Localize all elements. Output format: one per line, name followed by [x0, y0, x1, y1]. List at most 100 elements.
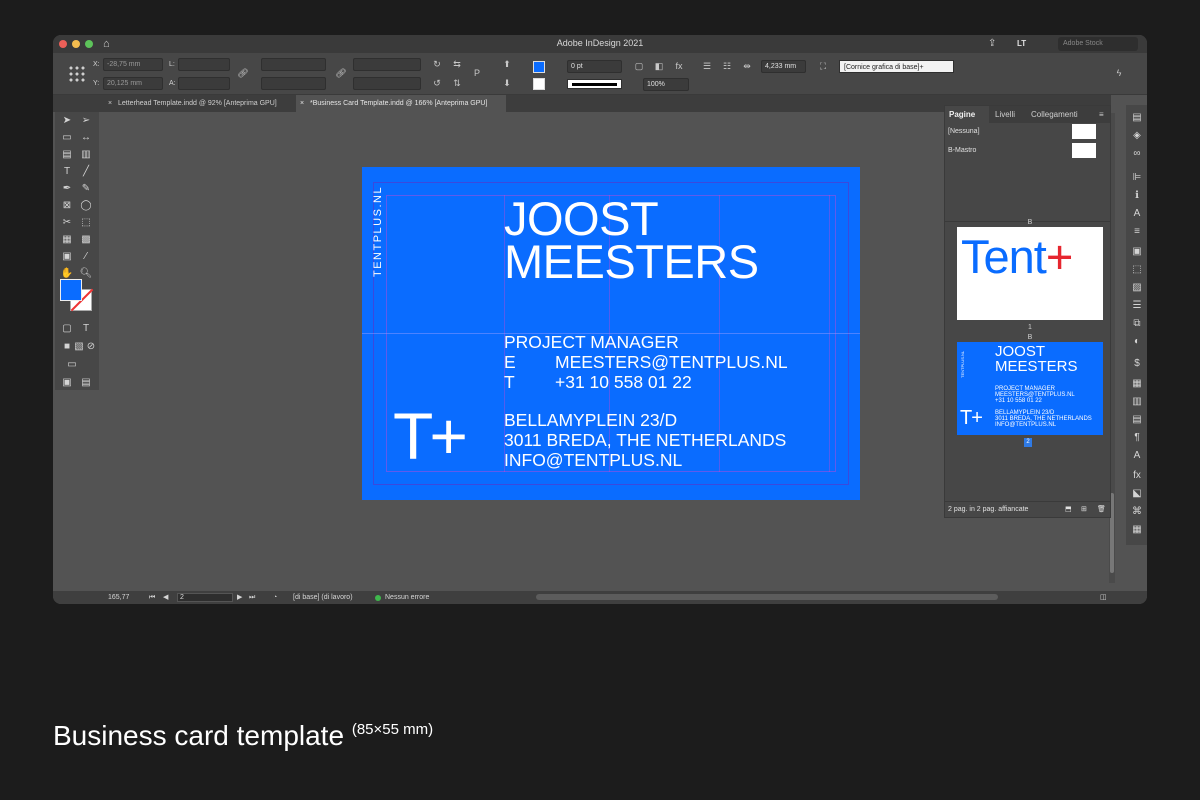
- direct-selection-tool-icon[interactable]: ➢: [79, 114, 93, 128]
- reference-point-icon[interactable]: [68, 65, 86, 83]
- tab-letterhead[interactable]: × Letterhead Template.indd @ 92% [Antepr…: [104, 95, 294, 112]
- drop-shadow-icon[interactable]: ◧: [653, 60, 665, 72]
- scale-y-field[interactable]: [261, 77, 326, 90]
- prev-page-icon[interactable]: ◀: [163, 591, 168, 604]
- page-1-thumbnail[interactable]: Tent+: [957, 227, 1103, 320]
- effects-panel-icon[interactable]: ◐: [1130, 335, 1144, 349]
- document-canvas[interactable]: TENTPLUS.NL JOOST MEESTERS PROJECT MANAG…: [101, 112, 941, 592]
- constrain-scale-icon[interactable]: 🔗︎: [335, 67, 347, 79]
- free-transform-tool-icon[interactable]: ⬚: [79, 216, 93, 230]
- tab-layers[interactable]: Livelli: [991, 106, 1019, 123]
- fill-swatch[interactable]: [533, 61, 545, 73]
- edit-page-size-icon[interactable]: ⬒: [1065, 502, 1072, 518]
- line-tool-icon[interactable]: ╱: [79, 165, 93, 179]
- object-styles-icon[interactable]: ⬕: [1130, 487, 1144, 501]
- object-style-dropdown[interactable]: [Cornice grafica di base]+: [839, 60, 954, 73]
- eyedropper-tool-icon[interactable]: ⁄: [79, 250, 93, 264]
- x-position-field[interactable]: -28,75 mm: [103, 58, 163, 71]
- pathfinder-icon[interactable]: ⧉: [1130, 317, 1144, 331]
- adobe-stock-search[interactable]: Adobe Stock: [1058, 37, 1138, 51]
- page-tool-icon[interactable]: ▭: [60, 131, 74, 145]
- character-styles-icon[interactable]: A: [1130, 449, 1144, 463]
- effects-icon[interactable]: fx: [673, 60, 685, 72]
- preview-mode-icon[interactable]: ▤: [79, 376, 93, 390]
- gradient-swatch-tool-icon[interactable]: ▦: [60, 233, 74, 247]
- stroke-type-dropdown[interactable]: [567, 79, 622, 89]
- note-tool-icon[interactable]: ▣: [60, 250, 74, 264]
- content-collector-icon[interactable]: ▤: [60, 148, 74, 162]
- delete-page-icon[interactable]: 🗑︎: [1097, 502, 1106, 518]
- width-field[interactable]: [178, 58, 230, 71]
- stroke-weight-field[interactable]: 0 pt: [567, 60, 622, 73]
- normal-mode-icon[interactable]: ▣: [60, 376, 74, 390]
- ellipse-tool-icon[interactable]: ◯: [79, 199, 93, 213]
- new-page-icon[interactable]: ⊞: [1081, 502, 1087, 518]
- tab-pages[interactable]: Pagine: [945, 106, 989, 123]
- info-icon[interactable]: ℹ: [1130, 189, 1144, 203]
- open-page-icon[interactable]: ◔: [273, 591, 277, 604]
- transform-icon[interactable]: ⬚: [1130, 263, 1144, 277]
- gradient-feather-tool-icon[interactable]: ▩: [79, 233, 93, 247]
- fill-color-box[interactable]: [60, 279, 82, 301]
- constrain-proportions-icon[interactable]: 🔗︎: [237, 67, 249, 79]
- pen-tool-icon[interactable]: ✒: [60, 182, 74, 196]
- select-container-icon[interactable]: ⬆: [501, 58, 513, 70]
- business-card-spread[interactable]: TENTPLUS.NL JOOST MEESTERS PROJECT MANAG…: [362, 167, 860, 500]
- panel-menu-icon[interactable]: ≡: [1095, 106, 1108, 123]
- scale-x-field[interactable]: [261, 58, 326, 71]
- y-position-field[interactable]: 20,125 mm: [103, 77, 163, 90]
- page-2-thumbnail[interactable]: TENTPLUS.NL JOOST MEESTERS PROJECT MANAGE…: [957, 342, 1103, 435]
- tab-links[interactable]: Collegamenti: [1027, 106, 1082, 123]
- close-tab-icon[interactable]: ×: [300, 95, 304, 112]
- next-page-icon[interactable]: ▶: [237, 591, 242, 604]
- color-icon[interactable]: $: [1130, 357, 1144, 371]
- stroke-swatch[interactable]: [533, 78, 545, 90]
- card-email-row[interactable]: E MEESTERS@TENTPLUS.NL: [504, 352, 788, 372]
- object-style-icon[interactable]: ⛶: [817, 60, 829, 72]
- flip-vertical-icon[interactable]: ⇅: [451, 77, 463, 89]
- height-field[interactable]: [178, 77, 230, 90]
- close-tab-icon[interactable]: ×: [108, 95, 112, 112]
- rectangle-frame-tool-icon[interactable]: ⊠: [60, 199, 74, 213]
- paragraph-styles-icon[interactable]: ¶: [1130, 431, 1144, 445]
- zoom-level[interactable]: 165,77: [108, 591, 129, 604]
- card-name[interactable]: JOOST MEESTERS: [504, 195, 759, 285]
- horizontal-scrollbar[interactable]: [536, 594, 998, 600]
- pencil-tool-icon[interactable]: ✎: [79, 182, 93, 196]
- rotate-cw-icon[interactable]: ↻: [431, 58, 443, 70]
- spacing-field[interactable]: 4,233 mm: [761, 60, 806, 73]
- gap-tool-icon[interactable]: ↔: [79, 131, 93, 145]
- share-icon[interactable]: ⇪: [988, 38, 996, 49]
- quick-apply-icon[interactable]: ϟ: [1113, 67, 1125, 79]
- master-b-row[interactable]: B-Mastro: [945, 141, 1110, 161]
- last-page-icon[interactable]: ⏭: [249, 591, 255, 604]
- card-vertical-url[interactable]: TENTPLUS.NL: [372, 186, 384, 277]
- direct-select-toggle-icon[interactable]: P: [471, 67, 483, 79]
- rotation-field[interactable]: [353, 58, 421, 71]
- flip-horizontal-icon[interactable]: ⇆: [451, 58, 463, 70]
- workspace-switcher[interactable]: LT: [1017, 39, 1026, 48]
- character-icon[interactable]: A: [1130, 207, 1144, 221]
- rotate-ccw-icon[interactable]: ↺: [431, 77, 443, 89]
- select-content-icon[interactable]: ⬇: [501, 77, 513, 89]
- distribute-icon[interactable]: ⇹: [741, 60, 753, 72]
- card-address[interactable]: BELLAMYPLEIN 23/D 3011 BREDA, THE NETHER…: [504, 410, 786, 470]
- properties-icon[interactable]: ☰: [1130, 299, 1144, 313]
- screen-mode-icon[interactable]: ▭: [65, 358, 79, 372]
- links-icon[interactable]: ∞: [1130, 147, 1144, 161]
- gradient-icon[interactable]: ▥: [1130, 395, 1144, 409]
- text-wrap-panel-icon[interactable]: ▣: [1130, 245, 1144, 259]
- type-tool-icon[interactable]: T: [60, 165, 74, 179]
- page-number-field[interactable]: 2: [177, 593, 233, 602]
- table-icon[interactable]: ▦: [1130, 523, 1144, 537]
- selection-tool-icon[interactable]: ➤: [60, 114, 74, 128]
- effects-fx-icon[interactable]: fx: [1130, 469, 1144, 483]
- first-page-icon[interactable]: ⏮: [149, 591, 155, 604]
- cc-libraries-icon[interactable]: ⌘: [1130, 505, 1144, 519]
- formatting-text-icon[interactable]: T: [79, 322, 93, 336]
- preflight-profile[interactable]: [di base] (di lavoro): [293, 591, 353, 604]
- pages-icon[interactable]: ▤: [1130, 111, 1144, 125]
- stroke-panel-icon[interactable]: ▤: [1130, 413, 1144, 427]
- swatches-icon[interactable]: ▦: [1130, 377, 1144, 391]
- card-phone-row[interactable]: T +31 10 558 01 22: [504, 372, 692, 392]
